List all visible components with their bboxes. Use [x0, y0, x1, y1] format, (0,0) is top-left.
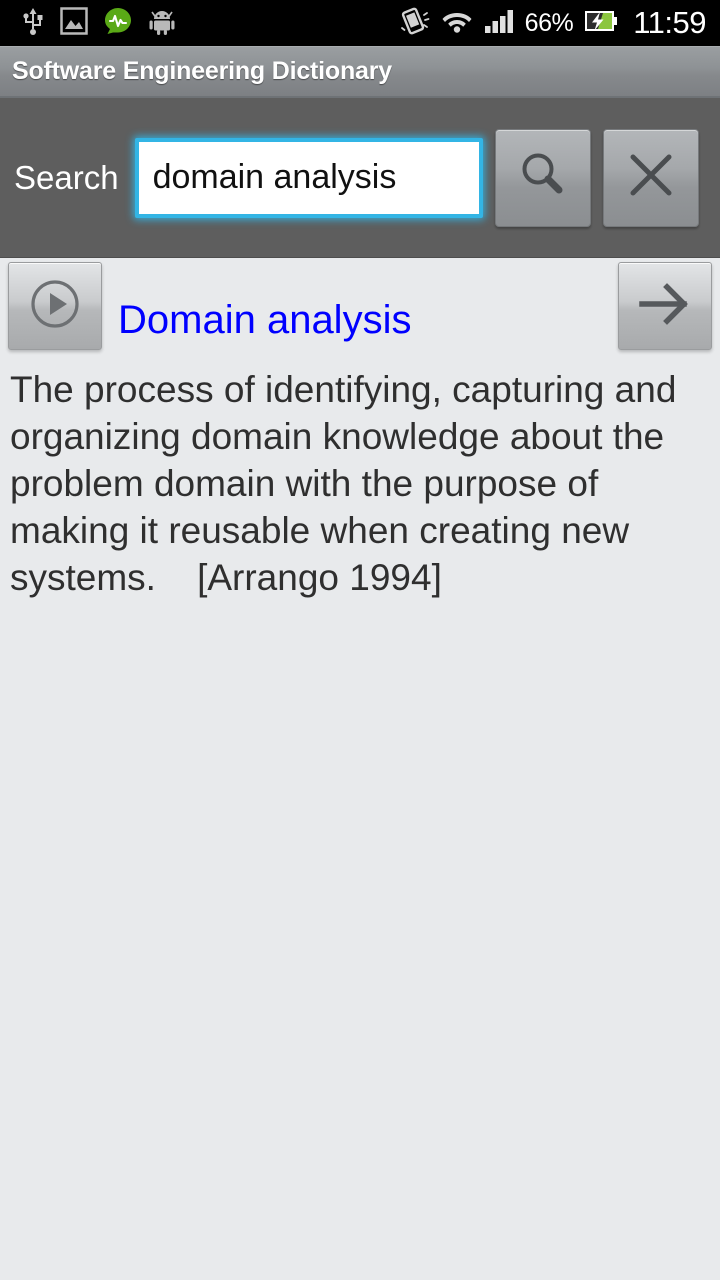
wifi-icon — [441, 8, 473, 39]
screenshot-image-icon — [60, 6, 88, 40]
play-pronunciation-button[interactable] — [8, 262, 102, 350]
next-entry-button[interactable] — [618, 262, 712, 350]
play-circle-icon — [26, 275, 84, 338]
status-bar: 66% 11:59 — [0, 0, 720, 46]
android-robot-icon — [148, 7, 176, 40]
status-bar-clock: 11:59 — [633, 5, 706, 40]
app-title-bar: Software Engineering Dictionary — [0, 46, 720, 98]
usb-icon — [22, 6, 44, 41]
search-button[interactable] — [494, 128, 591, 227]
search-label: Search — [14, 158, 119, 196]
definition-content-area: Domain analysis The process of identifyi… — [0, 258, 720, 1280]
definition-text: The process of identifying, capturing an… — [10, 369, 697, 598]
search-bar: Search — [0, 98, 720, 258]
entry-header-row: Domain analysis — [0, 258, 720, 358]
page-title: Software Engineering Dictionary — [12, 57, 392, 85]
clear-button[interactable] — [602, 128, 699, 227]
entry-title: Domain analysis — [118, 298, 412, 342]
search-input[interactable] — [134, 137, 483, 218]
battery-charging-icon — [584, 9, 618, 38]
arrow-right-icon — [634, 276, 696, 337]
waveform-badge-icon — [104, 7, 132, 40]
cellular-signal-icon — [484, 8, 514, 39]
vibrate-rotate-icon — [400, 7, 430, 40]
search-input-wrapper — [134, 137, 483, 218]
close-icon — [625, 149, 677, 206]
search-icon — [516, 148, 570, 207]
status-bar-system-icons: 66% 11:59 — [400, 0, 706, 46]
status-bar-notification-icons — [0, 6, 176, 41]
battery-percent-label: 66% — [524, 8, 574, 37]
